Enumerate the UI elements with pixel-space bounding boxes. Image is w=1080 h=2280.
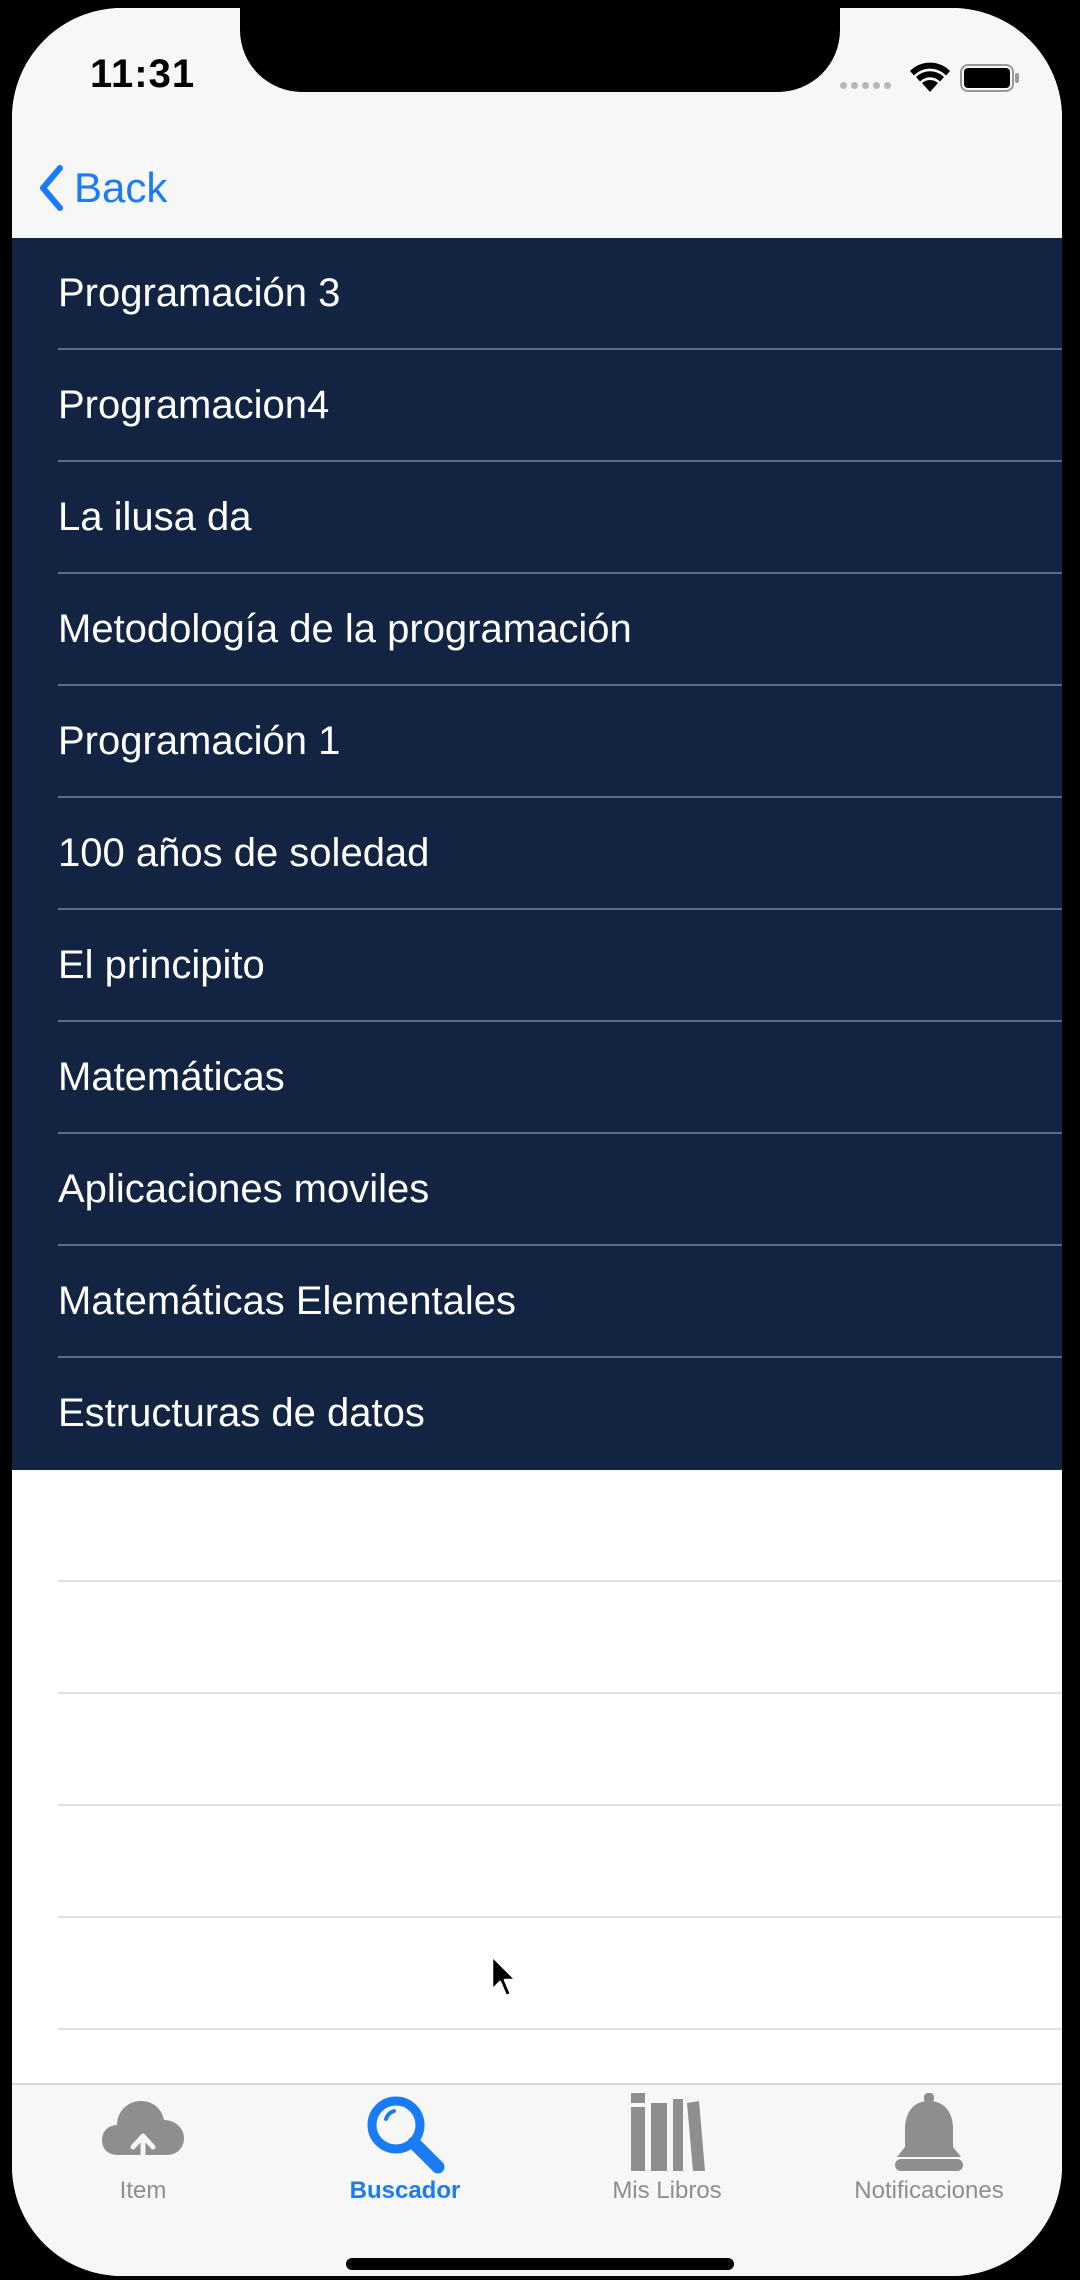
list-item[interactable]: Programación 1	[12, 686, 1062, 798]
list-item[interactable]: Programacion4	[12, 350, 1062, 462]
book-list: Programación 3 Programacion4 La ilusa da…	[12, 238, 1062, 1470]
list-item-title: Programación 1	[58, 719, 341, 763]
tab-label: Mis Libros	[612, 2177, 722, 2204]
tab-item[interactable]: Buscador	[274, 2085, 536, 2215]
list-item-title: Matemáticas	[58, 1055, 285, 1099]
tab-item[interactable]: Notificaciones	[798, 2085, 1060, 2215]
back-label: Back	[74, 164, 168, 211]
list-item[interactable]: La ilusa da	[12, 462, 1062, 574]
row-separator	[58, 1916, 1062, 1918]
list-item-title: Programacion4	[58, 383, 330, 427]
row-separator	[58, 1804, 1062, 1806]
list-item[interactable]: Matemáticas	[12, 1022, 1062, 1134]
list-item-title: Matemáticas Elementales	[58, 1279, 516, 1323]
list-item-title: El principito	[58, 943, 265, 987]
list-item-title: La ilusa da	[58, 495, 252, 539]
list-item[interactable]: Aplicaciones moviles	[12, 1134, 1062, 1246]
list-item[interactable]: El principito	[12, 910, 1062, 1022]
list-item-title: Metodología de la programación	[58, 607, 632, 651]
device-notch	[240, 8, 840, 92]
tab-item[interactable]: Mis Libros	[536, 2085, 798, 2215]
list-item-title: Programación 3	[58, 271, 341, 315]
chevron-left-icon	[40, 165, 63, 211]
list-item-title: Aplicaciones moviles	[58, 1167, 430, 1211]
list-item[interactable]: Programación 3	[12, 238, 1062, 350]
battery-icon	[960, 64, 1019, 92]
list-item[interactable]: 100 años de soledad	[12, 798, 1062, 910]
home-indicator	[346, 2258, 734, 2270]
search-icon	[367, 2096, 445, 2174]
bell-icon	[895, 2093, 963, 2171]
empty-list-area	[12, 1470, 1062, 2083]
list-item[interactable]: Estructuras de datos	[12, 1358, 1062, 1470]
phone-screen: 11:31 Back Programación 3 Programacion4 …	[12, 8, 1062, 2276]
wifi-icon	[910, 62, 950, 92]
cloud-upload-icon	[102, 2101, 184, 2171]
list-item[interactable]: Metodología de la programación	[12, 574, 1062, 686]
back-button[interactable]: Back	[38, 158, 167, 218]
books-icon	[631, 2093, 705, 2171]
list-item-title: 100 años de soledad	[58, 831, 430, 875]
mouse-pointer-icon	[490, 1954, 518, 1998]
list-item-title: Estructuras de datos	[58, 1391, 425, 1435]
tab-bar: Item Buscador Mis Libros Notificaciones	[12, 2083, 1062, 2276]
tab-item[interactable]: Item	[12, 2085, 274, 2215]
row-separator	[58, 1692, 1062, 1694]
row-separator	[58, 2028, 1062, 2030]
cellular-signal-icon	[840, 82, 891, 89]
status-time: 11:31	[90, 52, 196, 96]
tab-label: Buscador	[349, 2177, 461, 2204]
tab-label: Item	[119, 2177, 167, 2204]
tab-label: Notificaciones	[854, 2177, 1004, 2204]
row-separator	[58, 1580, 1062, 1582]
list-item[interactable]: Matemáticas Elementales	[12, 1246, 1062, 1358]
status-bar: 11:31	[12, 8, 1062, 138]
navigation-bar: Back	[12, 138, 1062, 238]
